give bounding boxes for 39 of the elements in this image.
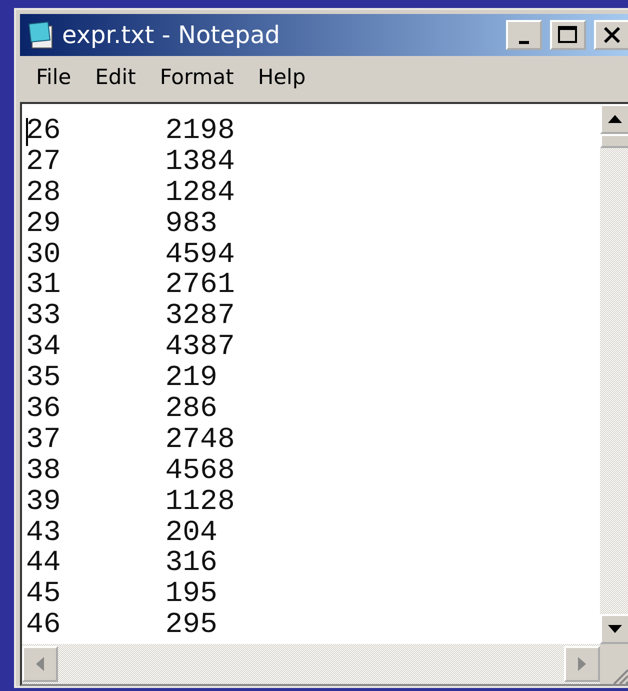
horizontal-scrollbar[interactable] bbox=[22, 644, 600, 684]
right-arrow-icon bbox=[578, 657, 586, 671]
resize-grip[interactable] bbox=[600, 644, 628, 684]
maximize-button[interactable] bbox=[550, 20, 586, 50]
text-line: 43 204 bbox=[26, 518, 218, 548]
text-line: 45 195 bbox=[26, 579, 218, 610]
text-line: 30 4594 bbox=[26, 240, 236, 270]
menu-item[interactable]: File bbox=[24, 63, 84, 91]
text-line: 31 2761 bbox=[26, 270, 236, 302]
text-line: 28 1284 bbox=[26, 178, 236, 209]
menu-item[interactable]: Help bbox=[246, 63, 318, 91]
text-line: 44 316 bbox=[26, 548, 218, 580]
scroll-left-button[interactable] bbox=[22, 646, 58, 682]
up-arrow-icon bbox=[608, 115, 622, 123]
scroll-down-button[interactable] bbox=[600, 614, 628, 644]
text-line: 26 2198 bbox=[26, 116, 236, 147]
minimize-icon bbox=[519, 40, 529, 44]
text-line: 34 4387 bbox=[26, 332, 236, 364]
window-title: expr.txt - Notepad bbox=[62, 21, 282, 49]
text-line: 36 286 bbox=[26, 394, 218, 425]
text-line: 37 2748 bbox=[26, 424, 236, 456]
scroll-up-button[interactable] bbox=[600, 104, 628, 134]
maximize-icon bbox=[558, 26, 578, 44]
text-line: 38 4568 bbox=[26, 456, 236, 487]
text-line: 46 295 bbox=[26, 610, 218, 642]
menu-item[interactable]: Edit bbox=[83, 63, 148, 91]
text-line: 33 3287 bbox=[26, 301, 236, 332]
scroll-thumb[interactable] bbox=[600, 134, 628, 148]
left-arrow-icon bbox=[36, 657, 44, 671]
vertical-scrollbar[interactable] bbox=[600, 104, 628, 644]
text-line: 29 983 bbox=[26, 208, 218, 240]
down-arrow-icon bbox=[608, 625, 622, 633]
menu-item[interactable]: Format bbox=[148, 63, 246, 91]
close-button[interactable] bbox=[594, 20, 628, 50]
minimize-button[interactable] bbox=[506, 20, 542, 50]
text-line: 27 1384 bbox=[26, 146, 236, 178]
close-icon bbox=[603, 26, 621, 44]
text-line: 39 1128 bbox=[26, 486, 236, 518]
text-line: 35 219 bbox=[26, 363, 218, 394]
